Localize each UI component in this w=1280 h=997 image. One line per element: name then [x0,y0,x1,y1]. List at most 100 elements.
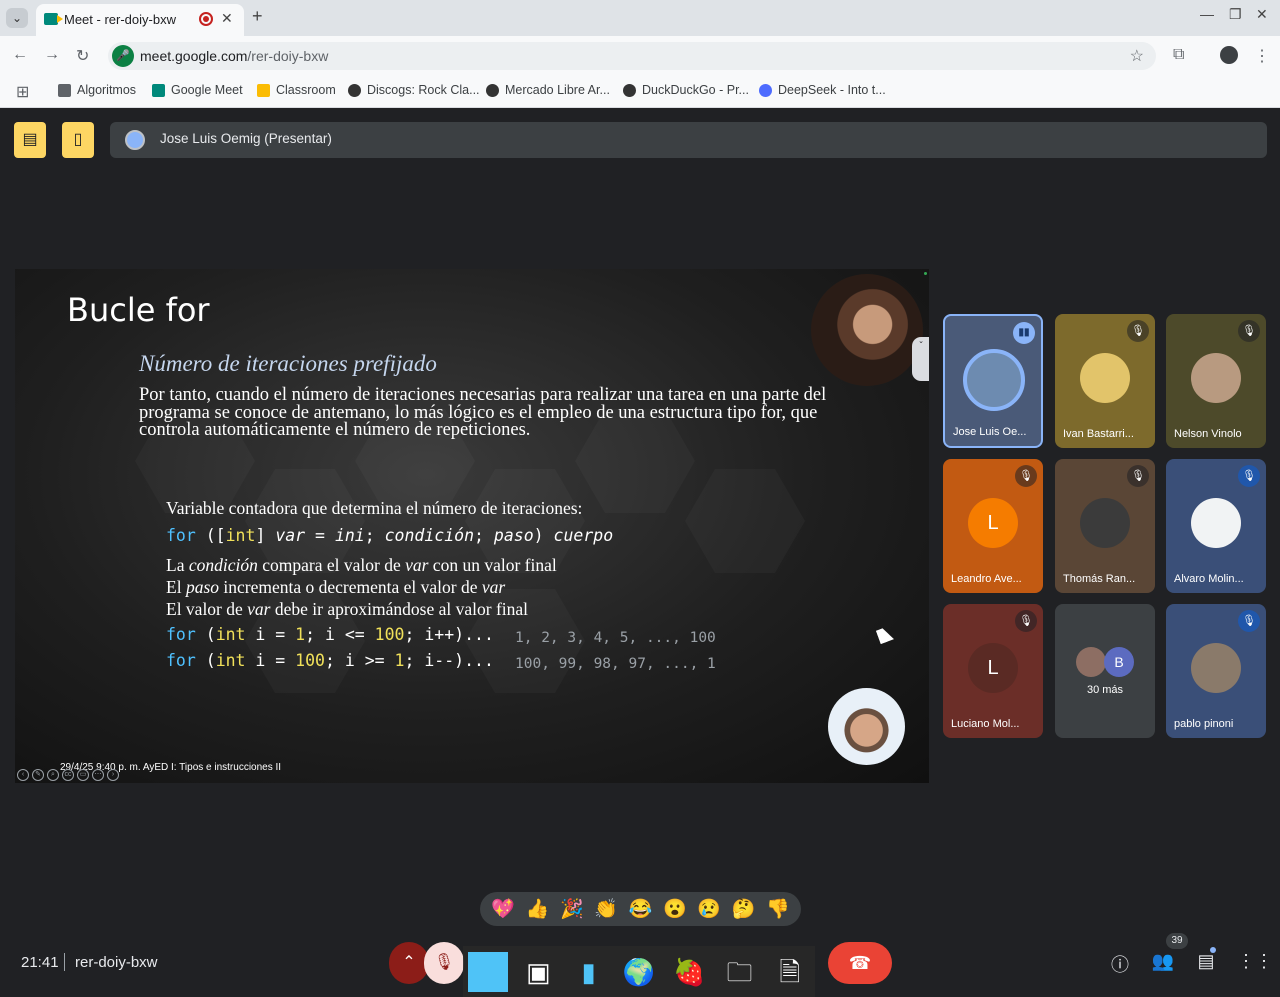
taskbar-dock: ▣ ▮ 🌍 🍓 🗀 🗎 [463,946,815,997]
reaction-party[interactable]: 🎉 [560,897,584,921]
participant-tile[interactable]: 🎙 Thomás Ran... [1055,459,1155,593]
pen-icon[interactable]: ✎ [32,769,44,781]
avatar [1080,498,1130,548]
tab-close-icon[interactable]: ✕ [221,10,233,27]
presenter-label: Jose Luis Oemig (Presentar) [160,131,332,146]
audio-options-button[interactable]: ⌃ [389,942,429,984]
reaction-laugh[interactable]: 😂 [629,897,653,921]
slide-subtitle: Número de iteraciones prefijado [139,351,437,376]
bookmark-discogs[interactable]: Discogs: Rock Cla... [348,83,480,97]
apps-grid-icon[interactable]: ⊞ [16,82,29,102]
participant-tile[interactable]: 🎙 pablo pinoni [1166,604,1266,738]
more-participants-tile[interactable]: B 30 más [1055,604,1155,738]
participant-tile[interactable]: 🎙 Ivan Bastarri... [1055,314,1155,448]
participant-tile[interactable]: 🎙 Nelson Vinolo [1166,314,1266,448]
bookmark-google-meet[interactable]: Google Meet [152,83,243,97]
presenter-bar: Jose Luis Oemig (Presentar) [110,122,1267,158]
reaction-sad[interactable]: 😢 [697,897,721,921]
captions-icon[interactable]: cc [62,769,74,781]
avatar [963,349,1025,411]
end-call-button[interactable]: ☎ [828,942,892,984]
site-info-icon[interactable]: 🎤 [112,45,134,67]
chat-icon[interactable]: ▤ [1194,951,1218,972]
avatar [1191,643,1241,693]
meeting-code: rer-doiy-bxw [75,954,158,971]
layout-toggle-button[interactable]: ▤ [14,122,46,158]
avatar [1191,353,1241,403]
profile-avatar[interactable] [1220,46,1238,64]
bookmark-duckduckgo[interactable]: DuckDuckGo - Pr... [623,83,749,97]
avatar [1191,498,1241,548]
participant-tile[interactable]: 🎙 Alvaro Molin... [1166,459,1266,593]
mic-off-button[interactable]: 🎙 [424,942,464,984]
reaction-thumbs-up[interactable]: 👍 [526,897,550,921]
bookmark-algoritmos[interactable]: Algoritmos [58,83,136,97]
slide-cond-line: La condición compara el valor de var con… [166,555,557,575]
terminal-icon[interactable]: ▣ [518,952,558,992]
participant-name: Luciano Mol... [951,718,1020,730]
bookmark-deepseek[interactable]: DeepSeek - Into t... [759,83,886,97]
camera-icon[interactable]: ▭ [77,769,89,781]
tab-title: Meet - rer-doiy-bxw [64,12,176,27]
reaction-heart[interactable]: 💖 [491,897,515,921]
people-icon[interactable]: 👥 [1151,951,1175,972]
clock: 21:41 [21,954,59,971]
mic-off-icon: 🎙 [1015,610,1037,632]
participant-tile[interactable]: 🎙 L Luciano Mol... [943,604,1043,738]
slide-seq-descending: 100, 99, 98, 97, ..., 1 [515,656,716,672]
folder-icon[interactable]: 🗀 [720,952,760,992]
divider [64,953,65,971]
reaction-clap[interactable]: 👏 [594,897,618,921]
new-tab-button[interactable]: + [252,6,263,27]
reactions-bar: 💖 👍 🎉 👏 😂 😮 😢 🤔 👎 [480,892,801,926]
avatar [1076,647,1106,677]
slide-title: Bucle for [67,291,210,329]
mic-off-icon: 🎙 [1238,610,1260,632]
next-slide-icon[interactable]: › [107,769,119,781]
avatar: B [1104,647,1134,677]
activities-icon[interactable]: ⋮⋮ [1237,951,1273,972]
files-icon[interactable]: ▮ [569,952,609,992]
slide-paragraph: Por tanto, cuando el número de iteracion… [139,385,827,440]
tab-meet[interactable]: Meet - rer-doiy-bxw ✕ [36,4,244,36]
recording-icon [199,12,213,26]
address-bar[interactable]: 🎤 meet.google.com/rer-doiy-bxw ☆ [108,42,1156,70]
info-icon[interactable]: ⓘ [1108,951,1132,977]
back-button[interactable]: ← [12,46,28,64]
more-participants-label: 30 más [1086,684,1124,696]
participant-tile[interactable]: ▮▮ Jose Luis Oe... [943,314,1043,448]
bookmarks-bar: ⊞ Algoritmos Google Meet Classroom Disco… [0,76,1280,108]
tab-search-button[interactable]: ⌄ [6,8,28,28]
restore-button[interactable]: ❐ [1229,6,1242,23]
reload-button[interactable]: ↻ [76,46,89,66]
bookmark-classroom[interactable]: Classroom [257,83,336,97]
participant-name: Jose Luis Oe... [953,426,1027,438]
shared-slide: Bucle for Número de iteraciones prefijad… [15,269,929,783]
forward-button[interactable]: → [44,46,60,64]
mic-off-icon: 🎙 [1127,465,1149,487]
reaction-thumbs-down[interactable]: 👎 [766,897,790,921]
document-icon[interactable]: 🗎 [770,952,810,992]
speaking-indicator-icon: ▮▮ [1013,322,1035,344]
close-window-button[interactable]: ✕ [1256,6,1268,23]
participant-tile[interactable]: 🎙 L Leandro Ave... [943,459,1043,593]
extensions-icon[interactable]: ⧉ [1173,46,1184,64]
menu-icon[interactable]: ⋮ [1254,46,1270,66]
more-icon[interactable]: ⋯ [92,769,104,781]
slide-counter-line: Variable contadora que determina el núme… [166,498,583,518]
zoom-icon[interactable]: ⌕ [47,769,59,781]
slide-syntax-line: for ([int] var = ini; condición; paso) c… [166,526,614,545]
avatar: L [968,498,1018,548]
reaction-thinking[interactable]: 🤔 [732,897,756,921]
reaction-surprised[interactable]: 😮 [663,897,687,921]
door-icon-button[interactable]: ▯ [62,122,94,158]
window-app-icon[interactable] [468,951,509,992]
participant-name: Alvaro Molin... [1174,573,1244,585]
browser-icon[interactable]: 🌍 [619,952,659,992]
camera-collapse-handle[interactable]: ⌄ [912,337,929,381]
strawberry-icon[interactable]: 🍓 [669,952,709,992]
bookmark-star-icon[interactable]: ☆ [1130,46,1144,66]
prev-slide-icon[interactable]: ‹ [17,769,29,781]
bookmark-mercado-libre[interactable]: Mercado Libre Ar... [486,83,610,97]
minimize-button[interactable]: — [1200,6,1214,22]
